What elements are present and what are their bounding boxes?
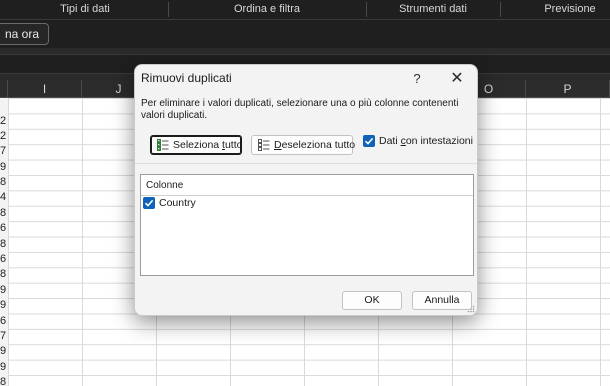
group-label-forecast: Previsione: [544, 3, 596, 15]
cell-value[interactable]: 9: [0, 298, 10, 313]
cell-value[interactable]: 8: [0, 375, 10, 386]
headers-checkbox[interactable]: [363, 135, 375, 147]
cell-value[interactable]: 9: [0, 360, 10, 375]
select-all-icon: [157, 139, 169, 151]
label-part: utto: [224, 139, 243, 151]
cell-value[interactable]: 6: [0, 314, 10, 329]
row-header-corner[interactable]: [0, 80, 8, 98]
select-all-label: Seleziona tutto: [173, 136, 242, 154]
list-divider: [141, 195, 473, 196]
group-label-data-tools: Strumenti dati: [399, 3, 467, 15]
select-all-button[interactable]: Seleziona tutto: [150, 135, 242, 155]
column-header-i[interactable]: I: [8, 80, 82, 98]
cell-value[interactable]: 9: [0, 160, 10, 175]
checkmark-icon: [144, 199, 154, 207]
cell-value[interactable]: 8: [0, 237, 10, 252]
ok-button[interactable]: OK: [342, 291, 402, 310]
columns-list-header: Colonne: [146, 180, 184, 191]
cancel-button[interactable]: Annulla: [412, 291, 472, 310]
resize-grip-icon[interactable]: [467, 305, 475, 313]
cell-value[interactable]: 2: [0, 129, 10, 144]
cell-value[interactable]: 4: [0, 190, 10, 205]
cell-value[interactable]: 8: [0, 206, 10, 221]
close-icon[interactable]: ✕: [444, 67, 470, 91]
ribbon-separator: [366, 2, 367, 17]
deselect-all-icon: [258, 139, 270, 151]
cell-value[interactable]: 9: [0, 344, 10, 359]
cell-value[interactable]: 2: [0, 114, 10, 129]
dialog-title: Rimuovi duplicati: [141, 71, 232, 85]
dialog-description: Per eliminare i valori duplicati, selezi…: [141, 98, 459, 121]
cell-value[interactable]: 7: [0, 144, 10, 159]
cell-value[interactable]: 8: [0, 175, 10, 190]
cell-value[interactable]: 6: [0, 221, 10, 236]
accelerator-key: D: [274, 139, 282, 151]
column-header-p[interactable]: P: [526, 80, 610, 98]
ribbon-separator: [500, 2, 501, 17]
help-button[interactable]: ?: [405, 67, 429, 91]
ribbon-action-button[interactable]: na ora: [0, 23, 50, 45]
ribbon-separator: [168, 2, 169, 17]
cell-value[interactable]: 9: [0, 283, 10, 298]
deselect-all-label: Deseleziona tutto: [274, 136, 355, 154]
cell-value[interactable]: 7: [0, 329, 10, 344]
label-part: Seleziona: [173, 139, 223, 151]
columns-list[interactable]: Colonne Country: [140, 174, 474, 276]
ribbon-group-labels: Tipi di dati Ordina e filtra Strumenti d…: [0, 0, 610, 20]
headers-checkbox-label[interactable]: Dati con intestazioni: [379, 135, 473, 147]
remove-duplicates-dialog: Rimuovi duplicati ? ✕ Per eliminare i va…: [134, 64, 478, 316]
group-label-sort-filter: Ordina e filtra: [233, 3, 301, 15]
column-label-country[interactable]: Country: [159, 197, 196, 209]
label-part: Dati: [379, 135, 401, 147]
cell-value[interactable]: 6: [0, 252, 10, 267]
label-part: eseleziona tutto: [281, 139, 356, 151]
cell-value[interactable]: 8: [0, 267, 10, 282]
group-label-data-types: Tipi di dati: [60, 3, 110, 15]
column-checkbox-country[interactable]: [143, 197, 155, 209]
checkmark-icon: [364, 137, 374, 145]
deselect-all-button[interactable]: Deseleziona tutto: [251, 135, 355, 155]
label-part: on intestazioni: [405, 135, 473, 147]
ribbon-command-bar: na ora: [0, 20, 610, 48]
